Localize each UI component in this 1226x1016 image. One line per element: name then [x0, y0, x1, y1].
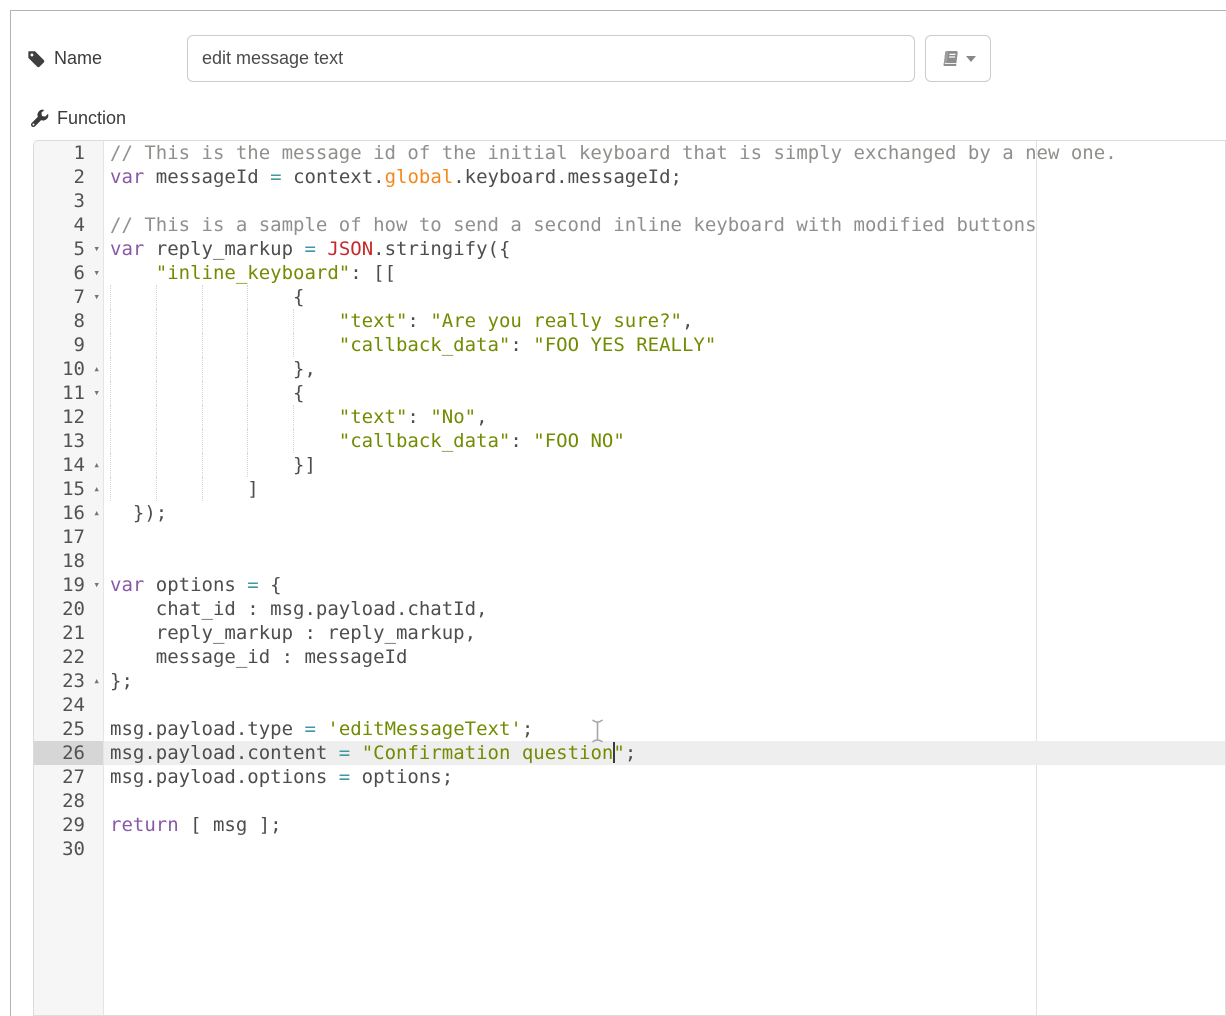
code-line[interactable]: };	[104, 669, 1225, 693]
code-line[interactable]: return [ msg ];	[104, 813, 1225, 837]
code-line[interactable]: var options = {	[104, 573, 1225, 597]
gutter-line-number[interactable]: 27	[34, 765, 103, 789]
code-line[interactable]	[104, 789, 1225, 813]
code-line[interactable]: }]	[104, 453, 1225, 477]
gutter-line-number[interactable]: 23▴	[34, 669, 103, 693]
gutter-line-number[interactable]: 18	[34, 549, 103, 573]
function-field-row: Function	[30, 104, 126, 132]
gutter-line-number[interactable]: 15▴	[34, 477, 103, 501]
wrench-icon	[30, 109, 49, 128]
gutter-line-number[interactable]: 24	[34, 693, 103, 717]
gutter-line-number[interactable]: 30	[34, 837, 103, 861]
function-label: Function	[57, 108, 126, 129]
gutter-line-number[interactable]: 5▾	[34, 237, 103, 261]
code-line[interactable]: msg.payload.type = 'editMessageText';	[104, 717, 1225, 741]
code-line[interactable]: // This is the message id of the initial…	[104, 141, 1225, 165]
gutter-line-number[interactable]: 11▾	[34, 381, 103, 405]
code-line[interactable]: },	[104, 357, 1225, 381]
code-line[interactable]	[104, 525, 1225, 549]
book-icon	[941, 50, 959, 67]
tag-icon	[27, 50, 45, 68]
gutter-line-number[interactable]: 28	[34, 789, 103, 813]
code-line[interactable]: "text": "No",	[104, 405, 1225, 429]
gutter-line-number[interactable]: 4	[34, 213, 103, 237]
fold-open-icon[interactable]: ▾	[93, 285, 100, 309]
code-line[interactable]: reply_markup : reply_markup,	[104, 621, 1225, 645]
gutter-line-number[interactable]: 19▾	[34, 573, 103, 597]
code-line[interactable]: });	[104, 501, 1225, 525]
code-line[interactable]: var reply_markup = JSON.stringify({	[104, 237, 1225, 261]
code-line[interactable]: // This is a sample of how to send a sec…	[104, 213, 1225, 237]
gutter-line-number[interactable]: 1	[34, 141, 103, 165]
gutter-line-number[interactable]: 16▴	[34, 501, 103, 525]
editor-scroller[interactable]: // This is the message id of the initial…	[104, 141, 1225, 1015]
name-input[interactable]	[187, 35, 915, 82]
fold-close-icon[interactable]: ▴	[93, 669, 100, 693]
code-line[interactable]: {	[104, 381, 1225, 405]
gutter-line-number[interactable]: 26	[34, 741, 103, 765]
fold-open-icon[interactable]: ▾	[93, 237, 100, 261]
gutter-line-number[interactable]: 12	[34, 405, 103, 429]
editor-gutter[interactable]: 12345▾6▾7▾8910▴11▾121314▴15▴16▴171819▾20…	[34, 141, 104, 1015]
gutter-line-number[interactable]: 17	[34, 525, 103, 549]
code-line[interactable]	[104, 693, 1225, 717]
fold-open-icon[interactable]: ▾	[93, 381, 100, 405]
gutter-line-number[interactable]: 9	[34, 333, 103, 357]
fold-open-icon[interactable]: ▾	[93, 573, 100, 597]
code-line[interactable]: message_id : messageId	[104, 645, 1225, 669]
gutter-line-number[interactable]: 6▾	[34, 261, 103, 285]
gutter-line-number[interactable]: 20	[34, 597, 103, 621]
fold-close-icon[interactable]: ▴	[93, 501, 100, 525]
code-editor[interactable]: // This is the message id of the initial…	[33, 140, 1226, 1016]
gutter-line-number[interactable]: 3	[34, 189, 103, 213]
gutter-line-number[interactable]: 7▾	[34, 285, 103, 309]
gutter-line-number[interactable]: 2	[34, 165, 103, 189]
code-line[interactable]: msg.payload.content = "Confirmation ques…	[104, 741, 1225, 765]
code-line[interactable]	[104, 549, 1225, 573]
library-button[interactable]	[925, 35, 991, 82]
gutter-line-number[interactable]: 8	[34, 309, 103, 333]
code-line[interactable]: {	[104, 285, 1225, 309]
gutter-line-number[interactable]: 21	[34, 621, 103, 645]
code-line[interactable]: chat_id : msg.payload.chatId,	[104, 597, 1225, 621]
gutter-line-number[interactable]: 10▴	[34, 357, 103, 381]
gutter-line-number[interactable]: 25	[34, 717, 103, 741]
fold-close-icon[interactable]: ▴	[93, 357, 100, 381]
gutter-line-number[interactable]: 13	[34, 429, 103, 453]
fold-close-icon[interactable]: ▴	[93, 453, 100, 477]
code-line[interactable]	[104, 189, 1225, 213]
code-line[interactable]: "inline_keyboard": [[	[104, 261, 1225, 285]
code-line[interactable]: "callback_data": "FOO YES REALLY"	[104, 333, 1225, 357]
code-line[interactable]: var messageId = context.global.keyboard.…	[104, 165, 1225, 189]
fold-open-icon[interactable]: ▾	[93, 261, 100, 285]
code-line[interactable]	[104, 837, 1225, 861]
code-line[interactable]: msg.payload.options = options;	[104, 765, 1225, 789]
gutter-line-number[interactable]: 22	[34, 645, 103, 669]
name-field-row: Name	[27, 35, 102, 82]
code-line[interactable]: ]	[104, 477, 1225, 501]
gutter-line-number[interactable]: 14▴	[34, 453, 103, 477]
gutter-line-number[interactable]: 29	[34, 813, 103, 837]
code-line[interactable]: "callback_data": "FOO NO"	[104, 429, 1225, 453]
fold-close-icon[interactable]: ▴	[93, 477, 100, 501]
name-label: Name	[54, 48, 102, 69]
caret-down-icon	[966, 56, 976, 62]
code-line[interactable]: "text": "Are you really sure?",	[104, 309, 1225, 333]
